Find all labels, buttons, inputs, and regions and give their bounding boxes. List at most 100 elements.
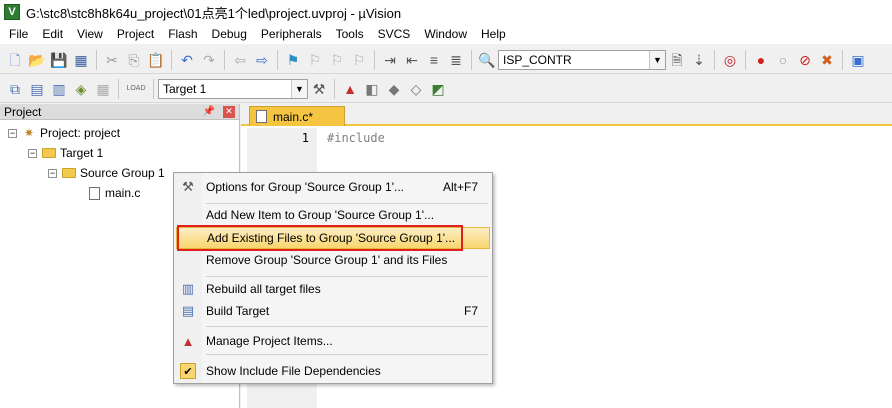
menu-file[interactable]: File [2,24,35,44]
menu-flash[interactable]: Flash [161,24,204,44]
cut-button[interactable]: ✂ [101,49,123,71]
menu-edit[interactable]: Edit [35,24,70,44]
new-file-button[interactable]: 🗋 [4,49,26,71]
close-icon[interactable]: ✕ [223,105,235,118]
menu-window[interactable]: Window [417,24,474,44]
tree-node-target[interactable]: − Target 1 [28,143,103,163]
save-button[interactable]: 💾 [48,49,70,71]
toolbar-separator [277,49,278,70]
target-combo[interactable]: Target 1 ▼ [158,78,308,99]
tree-node-project[interactable]: − ✷ Project: project [8,123,120,143]
project-panel-header: Project 📌 ✕ [0,104,239,120]
save-all-icon: ▦ [74,51,88,68]
menu-debug[interactable]: Debug [205,24,254,44]
save-all-button[interactable]: ▦ [70,49,92,71]
incremental-find-button[interactable]: ⇣ [688,49,710,71]
chevron-down-icon[interactable]: ▼ [649,50,665,69]
find-files-icon: 🔍 [478,51,496,68]
batch-build-button[interactable]: ◈ [70,78,92,100]
menu-item-rebuild-all[interactable]: ▥ Rebuild all target files [176,278,490,300]
navigate-forward-button[interactable]: ⇨ [251,49,273,71]
unindent-button[interactable]: ⇤ [401,49,423,71]
disable-breakpoint-button[interactable]: ○ [772,49,794,71]
flag-clear-icon: ⚐ [352,51,366,68]
menu-item-manage-project-items[interactable]: ▲ Manage Project Items... [176,330,490,352]
indent-button[interactable]: ⇥ [379,49,401,71]
select-packs-button[interactable]: ◧ [361,78,383,100]
group-folder-icon [61,165,77,181]
build-button[interactable]: ▤ [26,78,48,100]
undo-button[interactable]: ↶ [176,49,198,71]
event-recorder-button[interactable]: ◩ [427,78,449,100]
load-icon: LOAD [126,85,146,92]
batch-build-icon: ◈ [75,80,87,97]
tree-label: Source Group 1 [80,166,165,180]
tab-main-c[interactable]: main.c* [249,106,345,126]
menu-item-add-existing-files[interactable]: Add Existing Files to Group 'Source Grou… [176,227,490,249]
manage-rte-button[interactable]: ◆ [383,78,405,100]
rebuild-button[interactable]: ▥ [48,78,70,100]
tree-node-file[interactable]: main.c [86,183,140,203]
menu-view[interactable]: View [70,24,110,44]
uvision-app-icon: V [4,4,20,20]
flag-prev-icon: ⚐ [308,51,322,68]
insert-breakpoint-button[interactable]: ● [750,49,772,71]
window-layout-button[interactable]: ▣ [847,49,869,71]
menu-separator [206,326,488,327]
download-button[interactable]: LOAD [123,78,149,100]
redo-icon: ↷ [203,51,215,68]
build-toolbar: ⧉ ▤ ▥ ◈ ▦ LOAD Target 1 ▼ ⚒ ▲ ◧ ◆ ◇ ◩ [0,75,892,103]
menu-item-options-for-group[interactable]: ⚒ Options for Group 'Source Group 1'... … [176,176,490,198]
menu-item-label: Show Include File Dependencies [206,364,381,378]
code-line[interactable]: #include [327,131,385,145]
redo-button[interactable]: ↷ [198,49,220,71]
paste-button[interactable]: 📋 [145,49,167,71]
kill-all-breakpoints-button[interactable]: ✖ [816,49,838,71]
translate-button[interactable]: ⧉ [4,78,26,100]
tree-node-source-group[interactable]: − Source Group 1 [48,163,165,183]
find-in-files-button[interactable]: 🔍 [476,49,498,71]
magic-wand-icon: ⚒ [182,179,194,194]
bookmark-toggle-button[interactable]: ⚑ [282,49,304,71]
copy-button[interactable]: ⎘ [123,49,145,71]
menu-project[interactable]: Project [110,24,161,44]
bookmark-next-button[interactable]: ⚐ [326,49,348,71]
menu-item-add-new-item[interactable]: Add New Item to Group 'Source Group 1'..… [176,204,490,226]
bookmark-clear-button[interactable]: ⚐ [348,49,370,71]
incremental-find-icon: ⇣ [693,51,705,68]
menu-help[interactable]: Help [474,24,513,44]
stop-build-button[interactable]: ▦ [92,78,114,100]
menu-tools[interactable]: Tools [329,24,371,44]
collapse-toggle[interactable]: − [48,168,57,178]
navigate-back-button[interactable]: ⇦ [229,49,251,71]
toolbar-separator [171,49,172,70]
menu-svcs[interactable]: SVCS [371,24,418,44]
menu-peripherals[interactable]: Peripherals [254,24,329,44]
menu-item-show-include-deps[interactable]: ✔ Show Include File Dependencies [176,360,490,382]
tab-label: main.c* [273,109,314,124]
menu-item-remove-group[interactable]: Remove Group 'Source Group 1' and its Fi… [176,249,490,271]
file-toolbar: 🗋 📂 💾 ▦ ✂ ⎘ 📋 ↶ ↷ ⇦ ⇨ ⚑ ⚐ ⚐ ⚐ ⇥ ⇤ ≡ ≣ 🔍 … [0,46,892,74]
open-file-button[interactable]: 📂 [26,49,48,71]
uncomment-button[interactable]: ≣ [445,49,467,71]
find-icon: 🗎 [671,51,683,68]
undo-icon: ↶ [181,51,193,68]
target-options-button[interactable]: ⚒ [308,78,330,100]
manage-project-items-button[interactable]: ▲ [339,78,361,100]
find-button[interactable]: 🗎 [666,49,688,71]
collapse-toggle[interactable]: − [8,128,17,138]
menu-item-build-target[interactable]: ▤ Build Target F7 [176,300,490,322]
pack-installer-button[interactable]: ◇ [405,78,427,100]
rebuild-icon: ▥ [52,80,66,97]
tree-label: main.c [105,186,141,200]
disable-all-breakpoints-button[interactable]: ⊘ [794,49,816,71]
chevron-down-icon[interactable]: ▼ [291,79,307,98]
pin-icon[interactable]: 📌 [203,106,215,117]
toolbar-separator [118,78,119,99]
bookmark-prev-button[interactable]: ⚐ [304,49,326,71]
comment-button[interactable]: ≡ [423,49,445,71]
toolbar-separator [842,49,843,70]
collapse-toggle[interactable]: − [28,148,37,158]
symbol-combo[interactable]: ISP_CONTR ▼ [498,49,666,70]
debug-session-button[interactable]: ◎ [719,49,741,71]
